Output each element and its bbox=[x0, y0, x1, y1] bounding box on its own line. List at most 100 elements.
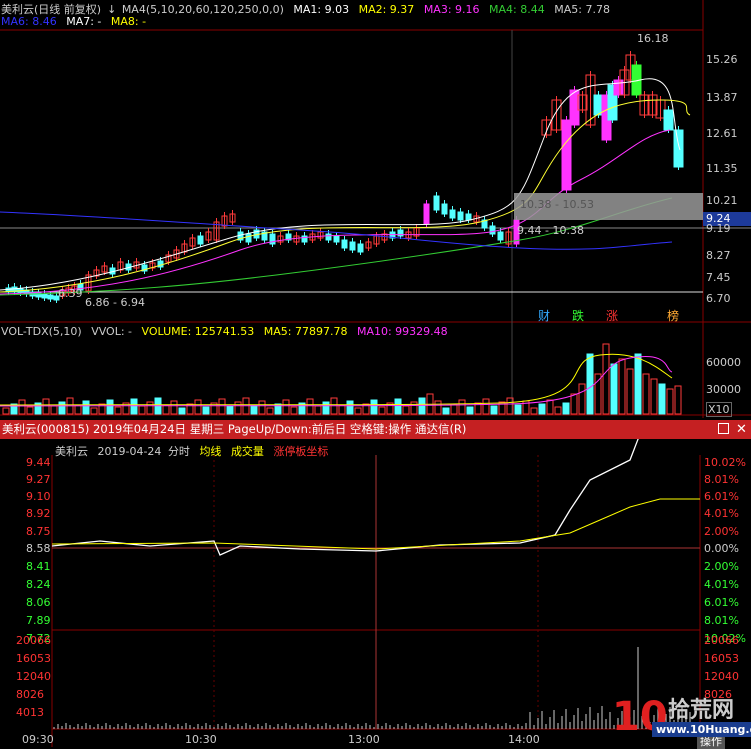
volume-bar bbox=[26, 406, 34, 415]
volume-bar bbox=[610, 363, 618, 415]
kline-candle bbox=[325, 233, 332, 241]
kline-axis-label: 15.26 bbox=[706, 53, 738, 66]
maximize-icon[interactable] bbox=[718, 423, 729, 434]
intraday-price-axis-label: 8.24 bbox=[26, 578, 51, 591]
intraday-price-axis-label: 8.58 bbox=[26, 542, 51, 555]
chart-canvas bbox=[0, 0, 751, 747]
kline-candle bbox=[333, 235, 340, 243]
volume-bar bbox=[546, 399, 554, 415]
event-tag-finance[interactable]: 财 bbox=[538, 307, 550, 324]
event-tag-down[interactable]: 跌 bbox=[572, 307, 584, 324]
volume-bar bbox=[258, 400, 266, 415]
kline-candle bbox=[663, 109, 674, 131]
intraday-vol-axis-right-label: 12040 bbox=[704, 670, 739, 683]
volume-bar bbox=[586, 353, 594, 415]
intraday-title: 美利云(000815) 2019年04月24日 星期三 PageUp/Down:… bbox=[2, 422, 467, 436]
volume-bar bbox=[554, 406, 562, 415]
volume-bar bbox=[642, 373, 650, 415]
volume-bar bbox=[618, 358, 626, 415]
volume-bar bbox=[442, 407, 450, 415]
intraday-title-bar[interactable]: 美利云(000815) 2019年04月24日 星期三 PageUp/Down:… bbox=[0, 420, 751, 439]
kline-candle bbox=[613, 79, 624, 96]
intraday-price-axis-label: 8.41 bbox=[26, 560, 51, 573]
kline-candle bbox=[197, 235, 204, 245]
volume-bar bbox=[458, 399, 466, 415]
intraday-pct-axis-label: 4.01% bbox=[704, 507, 739, 520]
volume-bar bbox=[482, 398, 490, 415]
volume-bar bbox=[58, 401, 66, 415]
kline-axis-label: 10.21 bbox=[706, 194, 738, 207]
volume-bar bbox=[314, 405, 322, 415]
intraday-pct-axis-label: 2.00% bbox=[704, 560, 739, 573]
event-tag-list[interactable]: 榜 bbox=[667, 307, 679, 324]
kline-axis-label: 12.61 bbox=[706, 127, 738, 140]
kline-candle bbox=[357, 243, 364, 253]
intraday-time-label: 14:00 bbox=[508, 733, 540, 746]
volume-bar bbox=[450, 403, 458, 415]
volume-bar bbox=[218, 398, 226, 415]
volume-bar bbox=[130, 398, 138, 415]
intraday-price-axis-label: 9.27 bbox=[26, 473, 51, 486]
intraday-stock-name: 美利云 bbox=[55, 445, 88, 458]
volume-bar bbox=[562, 402, 570, 415]
kline-axis-label: 9.19 bbox=[706, 222, 731, 235]
volume-bar bbox=[338, 404, 346, 415]
volume-bar bbox=[666, 388, 674, 415]
kline-candle bbox=[341, 239, 348, 249]
vol-indicator-name[interactable]: VOL-TDX(5,10) bbox=[1, 325, 82, 338]
close-icon[interactable]: ✕ bbox=[736, 420, 747, 439]
volume-bar bbox=[82, 400, 90, 415]
event-tag-up[interactable]: 涨 bbox=[606, 307, 618, 324]
kline-axis-label: 7.45 bbox=[706, 271, 731, 284]
intraday-vol-axis-label: 16053 bbox=[16, 652, 51, 665]
volume-bar bbox=[402, 405, 410, 415]
volume-bar bbox=[578, 383, 586, 415]
volume-bar bbox=[2, 407, 10, 415]
volume-bar bbox=[306, 398, 314, 415]
intraday-vol-axis-right-label: 20066 bbox=[704, 634, 739, 647]
intraday-vol-axis-label: 8026 bbox=[16, 688, 44, 701]
intraday-pct-axis-label: 10.02% bbox=[704, 456, 746, 469]
intraday-vol-label: 成交量 bbox=[230, 445, 264, 458]
kline-axis-label: 11.35 bbox=[706, 162, 738, 175]
intraday-limit-label[interactable]: 涨停板坐标 bbox=[273, 445, 328, 458]
kline-candle bbox=[349, 241, 356, 251]
volume-bar bbox=[346, 400, 354, 415]
volume-bar bbox=[162, 404, 170, 415]
volume-bar bbox=[394, 398, 402, 415]
volume-bar bbox=[178, 407, 186, 415]
vol-axis-30000: 30000 bbox=[706, 383, 741, 396]
intraday-price-axis-label: 9.44 bbox=[26, 456, 51, 469]
volume-bar bbox=[434, 400, 442, 415]
volume-bar bbox=[90, 407, 98, 415]
volume-bar bbox=[354, 407, 362, 415]
watermark-logo: 10 拾荒网 www.10Huang.cn bbox=[612, 690, 751, 744]
volume-bar bbox=[530, 407, 538, 415]
intraday-price-axis-label: 7.89 bbox=[26, 614, 51, 627]
volume-bar bbox=[466, 406, 474, 415]
volume-bar bbox=[674, 385, 682, 415]
intraday-price-axis-label: 8.92 bbox=[26, 507, 51, 520]
volume-bar bbox=[106, 399, 114, 415]
volume-bar bbox=[18, 399, 26, 415]
kline-axis-label: 6.70 bbox=[706, 292, 731, 305]
vol-ma5-value: MA5: 77897.78 bbox=[263, 325, 348, 338]
volume-bar bbox=[146, 401, 154, 415]
kline-candle bbox=[561, 119, 572, 191]
volume-value: VOLUME: 125741.53 bbox=[141, 325, 255, 338]
volume-bar bbox=[250, 404, 258, 415]
volume-bar bbox=[594, 373, 602, 415]
volume-bar bbox=[538, 403, 546, 415]
intraday-price-axis-label: 9.10 bbox=[26, 490, 51, 503]
low-price-label: 6.39 bbox=[58, 287, 83, 300]
kline-candle bbox=[489, 225, 496, 235]
volume-bar bbox=[514, 404, 522, 415]
intraday-mode: 分时 bbox=[167, 445, 190, 458]
intraday-pct-axis-label: 8.01% bbox=[704, 473, 739, 486]
vol-unit: X10 bbox=[706, 402, 732, 417]
volume-bar bbox=[202, 406, 210, 415]
volume-bar bbox=[658, 383, 666, 415]
high-price-label: 16.18 bbox=[637, 32, 669, 45]
kline-candle bbox=[245, 233, 252, 243]
intraday-price-axis-label: 8.75 bbox=[26, 525, 51, 538]
